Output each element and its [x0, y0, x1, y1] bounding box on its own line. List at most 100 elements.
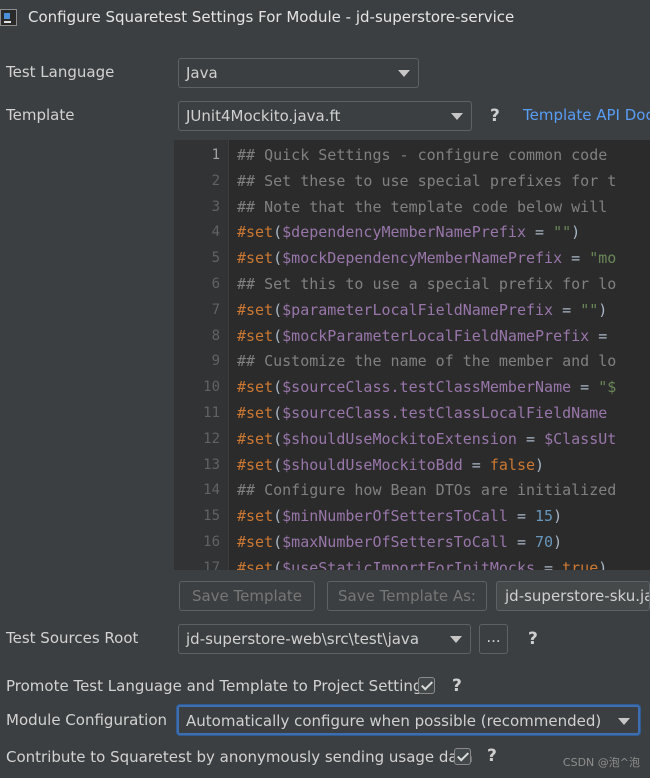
code-token: #set	[237, 455, 274, 474]
code-token: =	[507, 507, 536, 526]
line-number: 9	[211, 353, 220, 370]
line-number: 5	[211, 250, 220, 267]
code-token: $shouldUseMockitoExtension	[282, 429, 517, 448]
promote-help-icon[interactable]: ?	[452, 676, 462, 696]
contribute-help-icon[interactable]: ?	[487, 746, 497, 766]
code-token: #set	[237, 533, 274, 551]
code-token: =	[562, 249, 590, 268]
code-token: =	[589, 326, 608, 345]
code-token: 15	[535, 507, 554, 526]
test-sources-help-icon[interactable]: ?	[528, 629, 538, 649]
code-line: ## Note that the template code below wil…	[237, 198, 607, 216]
line-number-gutter: 1 2 3 4 5 6 7 8 9 10 11 12 13 14 15 16 17	[174, 140, 229, 570]
save-template-as-name-field[interactable]: jd-superstore-sku.java	[496, 581, 650, 611]
code-token: $parameterLocalFieldNamePrefix	[282, 300, 554, 319]
code-token: =	[462, 455, 490, 474]
save-template-as-button[interactable]: Save Template As:	[327, 581, 487, 611]
chevron-down-icon	[451, 113, 463, 120]
code-line: ## Set these to use special prefixes for…	[237, 172, 616, 190]
code-token: )	[598, 300, 608, 319]
watermark: CSDN @泡^泡	[562, 756, 640, 769]
line-number: 14	[203, 482, 220, 499]
code-line: #set($sourceClass.testClassMemberName = …	[237, 378, 616, 396]
code-token: )	[553, 507, 563, 526]
line-number: 15	[203, 508, 220, 525]
code-token: (	[273, 249, 283, 268]
template-label: Template	[6, 106, 75, 124]
test-sources-root-value: jd-superstore-web\src\test\java	[186, 630, 420, 648]
code-line: ## Quick Settings - configure common cod…	[237, 146, 607, 164]
template-code-editor[interactable]: 1 2 3 4 5 6 7 8 9 10 11 12 13 14 15 16 17 ## Quick Setti…	[174, 140, 650, 570]
test-language-dropdown[interactable]: Java	[178, 58, 419, 88]
code-line: #set($parameterLocalFieldNamePrefix = ""…	[237, 301, 607, 319]
code-token: #set	[237, 507, 274, 526]
test-language-value: Java	[186, 64, 218, 82]
code-token: ## Customize the name of the member and …	[237, 352, 617, 371]
contribute-checkbox[interactable]	[454, 748, 471, 765]
code-token: $sourceClass.testClassLocalFieldName	[282, 404, 608, 422]
code-token: )	[571, 223, 581, 242]
module-configuration-dropdown[interactable]: Automatically configure when possible (r…	[177, 705, 640, 735]
line-number: 3	[211, 198, 220, 215]
code-token: (	[273, 507, 283, 526]
chevron-down-icon	[398, 70, 410, 77]
template-help-icon[interactable]: ?	[490, 106, 500, 126]
code-token: 70	[535, 533, 554, 551]
window-title: Configure Squaretest Settings For Module…	[28, 8, 515, 26]
test-language-label: Test Language	[6, 63, 115, 81]
chevron-down-icon	[450, 636, 462, 643]
code-token: (	[273, 558, 283, 570]
module-configuration-label: Module Configuration	[6, 711, 168, 729]
chevron-down-icon	[618, 718, 630, 725]
code-line: #set($shouldUseMockitoBdd = false)	[237, 456, 544, 474]
line-number: 12	[203, 430, 220, 447]
browse-button[interactable]: ...	[479, 624, 508, 654]
code-token: )	[535, 455, 545, 474]
code-line: #set($dependencyMemberNamePrefix = "")	[237, 223, 580, 241]
code-token: ## Set this to use a special prefix for …	[237, 275, 617, 293]
code-token: #set	[237, 558, 274, 570]
template-dropdown[interactable]: JUnit4Mockito.java.ft	[178, 101, 472, 131]
line-number: 6	[211, 276, 220, 292]
line-number: 11	[203, 405, 220, 421]
test-sources-root-label: Test Sources Root	[6, 629, 139, 647]
line-number: 2	[211, 172, 220, 189]
code-token: $mockParameterLocalFieldNamePrefix	[282, 326, 590, 345]
code-token: )	[553, 533, 563, 551]
code-token: $minNumberOfSettersToCall	[282, 507, 508, 526]
code-token: (	[273, 429, 283, 448]
code-token: #set	[237, 378, 274, 397]
line-number: 8	[211, 327, 220, 344]
promote-checkbox[interactable]	[418, 677, 435, 694]
code-token: ## Configure how Bean DTOs are initializ…	[237, 481, 617, 500]
code-token: #set	[237, 300, 274, 319]
code-token: =	[507, 533, 536, 551]
code-token: $useStaticImportForInitMocks	[282, 558, 536, 570]
code-token: ## Set these to use special prefixes for…	[237, 171, 617, 190]
template-value: JUnit4Mockito.java.ft	[186, 107, 341, 125]
code-token: $sourceClass.testClassMemberName	[282, 378, 572, 397]
line-number: 13	[203, 456, 220, 473]
code-line: #set($mockParameterLocalFieldNamePrefix …	[237, 327, 607, 345]
code-line: #set($shouldUseMockitoExtension = $Class…	[237, 430, 616, 448]
line-number: 4	[211, 224, 220, 241]
code-token: (	[273, 533, 283, 551]
line-number: 10	[203, 379, 220, 396]
code-token: #set	[237, 404, 274, 422]
code-token: (	[273, 223, 283, 242]
title-bar: Configure Squaretest Settings For Module…	[0, 0, 650, 36]
code-token: "mo	[589, 249, 617, 268]
code-line: #set($maxNumberOfSettersToCall = 70)	[237, 533, 562, 551]
code-token: ""	[580, 300, 599, 319]
code-token: (	[273, 404, 283, 422]
code-token: #set	[237, 223, 274, 242]
code-line: #set($sourceClass.testClassLocalFieldNam…	[237, 404, 607, 422]
code-token: ## Quick Settings - configure common cod…	[237, 146, 608, 164]
code-token: false	[489, 455, 536, 474]
code-line: ## Configure how Bean DTOs are initializ…	[237, 481, 616, 499]
test-sources-root-dropdown[interactable]: jd-superstore-web\src\test\java	[178, 624, 471, 654]
line-number: 17	[203, 559, 220, 570]
code-line: #set($useStaticImportForInitMocks = true…	[237, 559, 607, 570]
save-template-button[interactable]: Save Template	[179, 581, 315, 611]
template-api-doc-link[interactable]: Template API Doc	[523, 106, 650, 124]
